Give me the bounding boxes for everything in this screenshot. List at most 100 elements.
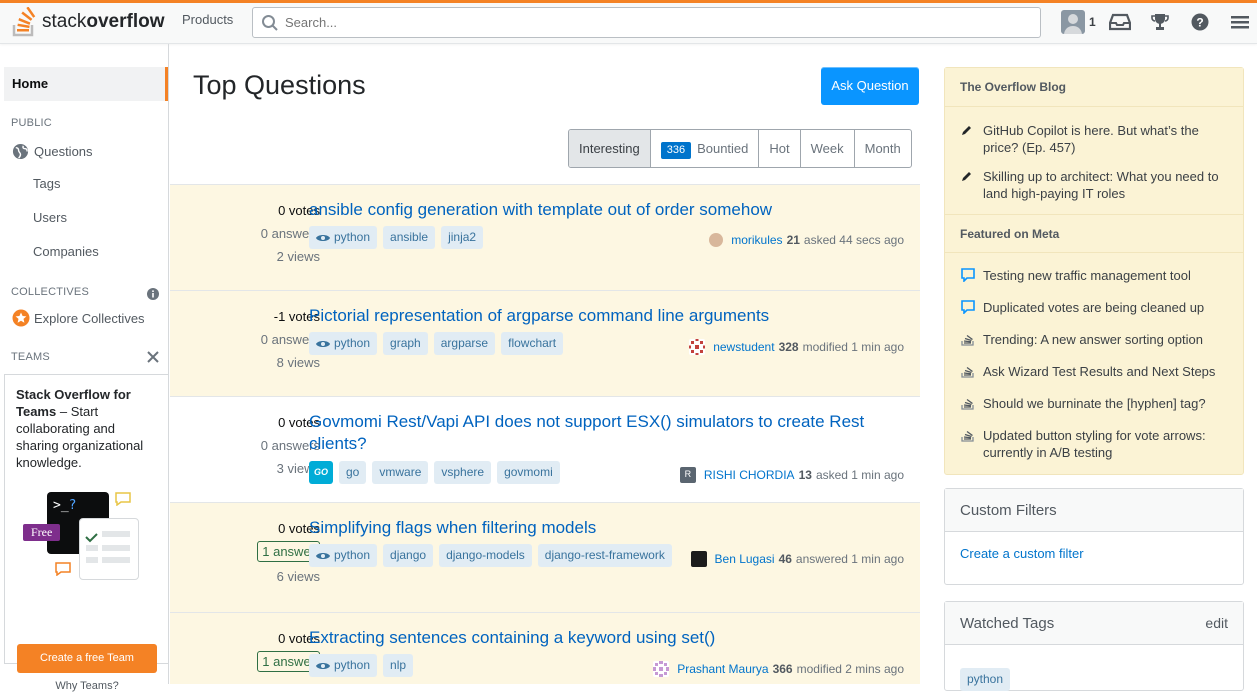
blog-item[interactable]: Skilling up to architect: What you need … [961, 168, 1231, 202]
identicon-avatar[interactable] [689, 339, 706, 355]
answer-count: 0 answers [260, 226, 320, 241]
tag-graph[interactable]: graph [383, 332, 428, 355]
activity-time[interactable]: answered 1 min ago [796, 552, 904, 566]
tab-bountied[interactable]: 336 Bountied [651, 130, 760, 167]
blog-item-link[interactable]: Skilling up to architect: What you need … [983, 168, 1231, 202]
sidebar-item-companies[interactable]: Companies [33, 244, 99, 259]
blog-item-link[interactable]: GitHub Copilot is here. But what’s the p… [983, 122, 1231, 156]
search-box[interactable] [252, 7, 1041, 38]
tab-interesting[interactable]: Interesting [569, 130, 651, 167]
meta-item[interactable]: Updated button styling for vote arrows: … [961, 427, 1231, 461]
sidebar-item-explore-collectives[interactable]: Explore Collectives [12, 309, 145, 327]
identicon-avatar[interactable] [653, 661, 670, 677]
achievements-button[interactable] [1140, 12, 1180, 32]
activity-time[interactable]: modified 2 mins ago [797, 662, 904, 676]
user-link[interactable]: Ben Lugasi [715, 552, 775, 566]
tag-jinja2[interactable]: jinja2 [441, 226, 484, 249]
stackoverflow-logo[interactable]: stackoverflow [12, 5, 164, 39]
overflow-blog-widget: The Overflow Blog GitHub Copilot is here… [944, 67, 1244, 475]
tag-python[interactable]: python [309, 226, 378, 249]
sidebar-item-users[interactable]: Users [33, 210, 67, 225]
meta-item-link[interactable]: Testing new traffic management tool [983, 267, 1191, 286]
tag-list: python django django-models django-rest-… [309, 544, 672, 567]
question-title-link[interactable]: Extracting sentences containing a keywor… [309, 627, 869, 649]
question-title-link[interactable]: ansible config generation with template … [309, 199, 869, 221]
ask-question-button[interactable]: Ask Question [821, 67, 919, 105]
tag-nlp[interactable]: nlp [383, 654, 414, 677]
tag-python[interactable]: python [960, 668, 1011, 691]
blog-item[interactable]: GitHub Copilot is here. But what’s the p… [961, 122, 1231, 156]
avatar[interactable]: R [679, 467, 696, 483]
tag-python[interactable]: python [309, 654, 378, 677]
tag-list: python nlp [309, 654, 414, 677]
edit-link[interactable]: edit [1205, 602, 1228, 644]
tab-month[interactable]: Month [855, 130, 911, 167]
tag-vsphere[interactable]: vsphere [434, 461, 492, 484]
tag-go[interactable]: go [339, 461, 367, 484]
tag-argparse[interactable]: argparse [433, 332, 496, 355]
meta-item[interactable]: Testing new traffic management tool [961, 267, 1231, 286]
meta-item-link[interactable]: Ask Wizard Test Results and Next Steps [983, 363, 1215, 382]
tab-week[interactable]: Week [801, 130, 855, 167]
tag-vmware[interactable]: vmware [372, 461, 429, 484]
free-badge: Free [23, 524, 61, 541]
search-input[interactable] [285, 15, 1025, 30]
activity-time[interactable]: asked 1 min ago [816, 468, 904, 482]
user-link[interactable]: RISHI CHORDIA [704, 468, 795, 482]
site-switcher-button[interactable] [1220, 14, 1257, 30]
user-reputation: 46 [778, 552, 792, 566]
profile-button[interactable]: 1 [1056, 10, 1100, 34]
question-stats: 0 votes 0 answers 2 views [170, 203, 320, 264]
inbox-button[interactable] [1100, 13, 1140, 31]
create-team-button[interactable]: Create a free Team [17, 644, 157, 673]
tag-python[interactable]: python [309, 332, 378, 355]
sidebar-item-home[interactable]: Home [4, 67, 168, 101]
blog-header: The Overflow Blog [945, 68, 1243, 107]
tag-python[interactable]: python [309, 544, 378, 567]
meta-item[interactable]: Duplicated votes are being cleaned up [961, 299, 1231, 318]
meta-item-link[interactable]: Updated button styling for vote arrows: … [983, 427, 1231, 461]
why-teams-link[interactable]: Why Teams? [5, 680, 169, 692]
stack-icon [961, 334, 974, 346]
tag-list: python ansible jinja2 [309, 226, 484, 249]
activity-time[interactable]: modified 1 min ago [803, 340, 904, 354]
user-link[interactable]: newstudent [713, 340, 774, 354]
tag-ansible[interactable]: ansible [383, 226, 436, 249]
tab-hot[interactable]: Hot [759, 130, 801, 167]
products-link[interactable]: Products [172, 3, 243, 41]
create-filter-link[interactable]: Create a custom filter [945, 532, 1243, 575]
meta-item[interactable]: Should we burninate the [hyphen] tag? [961, 395, 1231, 414]
eye-icon [316, 340, 330, 347]
question-stats: 0 votes 0 answers 3 views [170, 415, 320, 476]
user-link[interactable]: Prashant Maurya [677, 662, 768, 676]
question-title-link[interactable]: Pictorial representation of argparse com… [309, 305, 869, 327]
chat-bubble-icon [961, 268, 975, 283]
question-title-link[interactable]: Govmomi Rest/Vapi API does not support E… [309, 411, 869, 455]
tag-django-models[interactable]: django-models [439, 544, 532, 567]
tag-django[interactable]: django [383, 544, 434, 567]
tag-django-rest-framework[interactable]: django-rest-framework [537, 544, 672, 567]
question-title-link[interactable]: Simplifying flags when filtering models [309, 517, 869, 539]
sidebar-item-tags[interactable]: Tags [33, 176, 60, 191]
avatar[interactable] [690, 551, 707, 567]
meta-item-link[interactable]: Should we burninate the [hyphen] tag? [983, 395, 1206, 414]
left-sidebar: Home PUBLIC Questions Tags Users Compani… [0, 44, 169, 692]
close-icon[interactable] [147, 351, 159, 363]
tag-govmomi[interactable]: govmomi [497, 461, 560, 484]
help-button[interactable]: ? [1180, 13, 1220, 31]
activity-time[interactable]: asked 44 secs ago [804, 233, 904, 247]
question-stats: 0 votes 1 answer [170, 631, 320, 672]
page-title: Top Questions [193, 70, 366, 100]
sidebar-item-questions[interactable]: Questions [12, 143, 93, 160]
info-icon[interactable] [147, 288, 159, 300]
tag-flowchart[interactable]: flowchart [501, 332, 564, 355]
go-collective-icon[interactable]: GO [309, 461, 333, 484]
meta-item[interactable]: Trending: A new answer sorting option [961, 331, 1231, 350]
question-summary: 0 votes 0 answers 3 views Govmomi Rest/V… [170, 397, 920, 503]
user-link[interactable]: morikules [731, 233, 782, 247]
teams-promo: Stack Overflow for Teams – Start collabo… [4, 374, 168, 692]
meta-item-link[interactable]: Trending: A new answer sorting option [983, 331, 1203, 350]
avatar[interactable] [709, 233, 724, 247]
meta-item[interactable]: Ask Wizard Test Results and Next Steps [961, 363, 1231, 382]
meta-item-link[interactable]: Duplicated votes are being cleaned up [983, 299, 1204, 318]
